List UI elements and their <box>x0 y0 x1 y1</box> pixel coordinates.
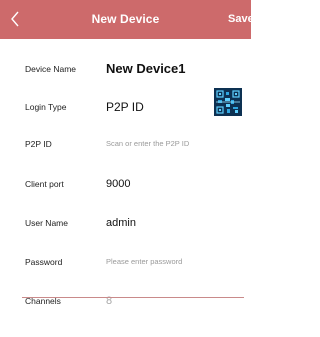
user-name-label: User Name <box>25 218 68 228</box>
top-bar: New Device Save <box>0 0 254 39</box>
p2p-id-row[interactable]: P2P ID Scan or enter the P2P ID <box>0 124 251 164</box>
device-name-label: Device Name <box>25 64 77 74</box>
client-port-row[interactable]: Client port 9000 <box>0 164 251 204</box>
device-name-row[interactable]: Device Name New Device1 <box>0 49 251 89</box>
save-button[interactable]: Save <box>228 0 254 39</box>
login-type-label: Login Type <box>25 102 67 112</box>
login-type-select[interactable]: P2P ID <box>106 87 144 127</box>
device-name-input[interactable]: New Device1 <box>106 49 186 89</box>
password-field-underline <box>22 297 244 298</box>
qr-code-icon[interactable] <box>214 88 242 116</box>
p2p-id-input[interactable]: Scan or enter the P2P ID <box>106 124 189 164</box>
password-row[interactable]: Password Please enter password <box>0 242 251 282</box>
user-name-row[interactable]: User Name admin <box>0 203 251 243</box>
client-port-label: Client port <box>25 179 64 189</box>
channels-row[interactable]: Channels 8 <box>0 281 251 321</box>
user-name-input[interactable]: admin <box>106 203 136 243</box>
page-title: New Device <box>91 12 160 26</box>
channels-input[interactable]: 8 <box>106 281 112 321</box>
client-port-input[interactable]: 9000 <box>106 164 130 204</box>
channels-label: Channels <box>25 296 61 306</box>
password-label: Password <box>25 257 63 267</box>
password-input[interactable]: Please enter password <box>106 242 182 282</box>
p2p-id-label: P2P ID <box>25 139 52 149</box>
